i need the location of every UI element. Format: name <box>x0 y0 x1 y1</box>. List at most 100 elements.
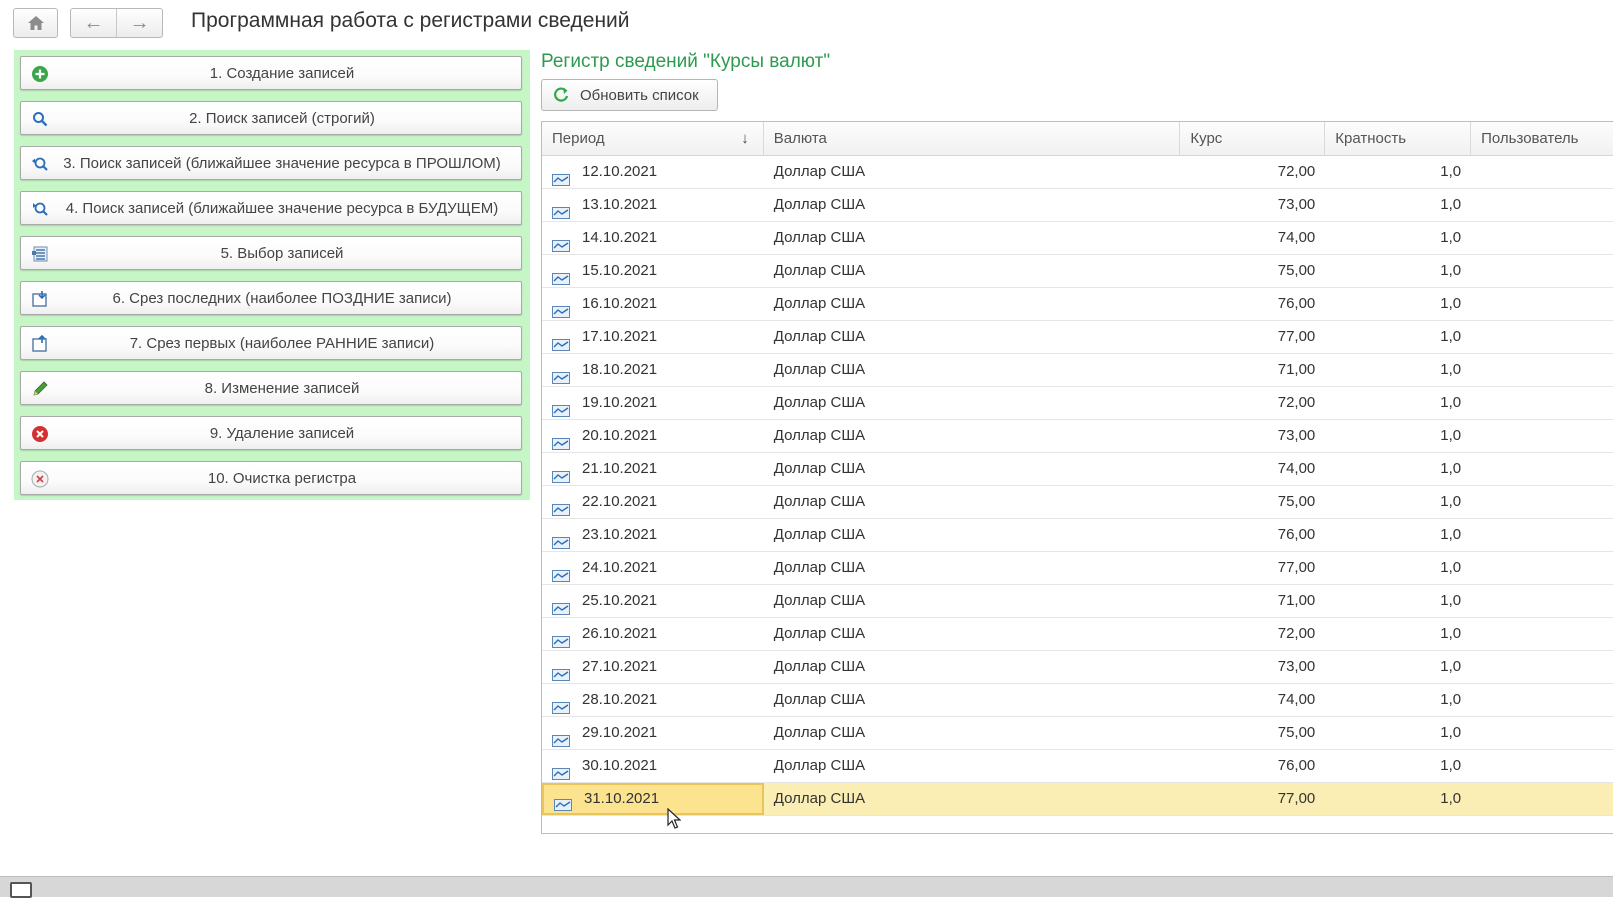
cell-rate[interactable]: 72,00 <box>1180 618 1325 650</box>
cell-period[interactable]: 17.10.2021 <box>542 321 764 353</box>
cell-currency[interactable]: Доллар США <box>764 552 1181 584</box>
cell-user[interactable] <box>1471 618 1613 650</box>
cell-rate[interactable]: 75,00 <box>1180 255 1325 287</box>
cell-currency[interactable]: Доллар США <box>764 354 1181 386</box>
column-currency[interactable]: Валюта <box>764 122 1181 156</box>
table-row[interactable]: 21.10.2021 Доллар США 74,00 1,0 <box>542 453 1613 486</box>
cell-user[interactable] <box>1471 354 1613 386</box>
cell-rate[interactable]: 71,00 <box>1180 354 1325 386</box>
refresh-list-button[interactable]: Обновить список <box>541 79 718 111</box>
cell-user[interactable] <box>1471 387 1613 419</box>
cell-user[interactable] <box>1471 651 1613 683</box>
back-button[interactable]: ← <box>71 9 117 37</box>
cell-user[interactable] <box>1471 750 1613 782</box>
cell-period[interactable]: 29.10.2021 <box>542 717 764 749</box>
cell-currency[interactable]: Доллар США <box>764 156 1181 188</box>
cell-period[interactable]: 19.10.2021 <box>542 387 764 419</box>
cell-period[interactable]: 23.10.2021 <box>542 519 764 551</box>
cell-currency[interactable]: Доллар США <box>764 585 1181 617</box>
command-button-4[interactable]: 4. Поиск записей (ближайшее значение рес… <box>20 191 522 225</box>
cell-user[interactable] <box>1471 420 1613 452</box>
cell-multiplicity[interactable]: 1,0 <box>1325 222 1471 254</box>
cell-user[interactable] <box>1471 321 1613 353</box>
cell-multiplicity[interactable]: 1,0 <box>1325 684 1471 716</box>
command-button-2[interactable]: 2. Поиск записей (строгий) <box>20 101 522 135</box>
cell-rate[interactable]: 73,00 <box>1180 651 1325 683</box>
cell-rate[interactable]: 73,00 <box>1180 420 1325 452</box>
table-row[interactable]: 19.10.2021 Доллар США 72,00 1,0 <box>542 387 1613 420</box>
table-row[interactable]: 18.10.2021 Доллар США 71,00 1,0 <box>542 354 1613 387</box>
cell-user[interactable] <box>1471 189 1613 221</box>
cell-period[interactable]: 24.10.2021 <box>542 552 764 584</box>
table-row[interactable]: 27.10.2021 Доллар США 73,00 1,0 <box>542 651 1613 684</box>
forward-button[interactable]: → <box>117 9 162 37</box>
cell-currency[interactable]: Доллар США <box>764 420 1181 452</box>
cell-multiplicity[interactable]: 1,0 <box>1325 783 1471 815</box>
table-row[interactable]: 16.10.2021 Доллар США 76,00 1,0 <box>542 288 1613 321</box>
cell-rate[interactable]: 72,00 <box>1180 387 1325 419</box>
cell-user[interactable] <box>1471 255 1613 287</box>
cell-currency[interactable]: Доллар США <box>764 684 1181 716</box>
cell-rate[interactable]: 72,00 <box>1180 156 1325 188</box>
cell-period[interactable]: 18.10.2021 <box>542 354 764 386</box>
cell-user[interactable] <box>1471 585 1613 617</box>
table-row[interactable]: 31.10.2021 Доллар США 77,00 1,0 <box>542 783 1613 816</box>
command-button-1[interactable]: 1. Создание записей <box>20 56 522 90</box>
cell-rate[interactable]: 75,00 <box>1180 486 1325 518</box>
column-rate[interactable]: Курс <box>1180 122 1326 156</box>
cell-period[interactable]: 13.10.2021 <box>542 189 764 221</box>
cell-rate[interactable]: 74,00 <box>1180 222 1325 254</box>
cell-period[interactable]: 26.10.2021 <box>542 618 764 650</box>
cell-multiplicity[interactable]: 1,0 <box>1325 486 1471 518</box>
cell-user[interactable] <box>1471 783 1613 815</box>
cell-multiplicity[interactable]: 1,0 <box>1325 354 1471 386</box>
command-button-7[interactable]: 7. Срез первых (наиболее РАННИЕ записи) <box>20 326 522 360</box>
command-button-3[interactable]: 3. Поиск записей (ближайшее значение рес… <box>20 146 522 180</box>
cell-period[interactable]: 31.10.2021 <box>542 783 764 815</box>
cell-multiplicity[interactable]: 1,0 <box>1325 288 1471 320</box>
table-row[interactable]: 25.10.2021 Доллар США 71,00 1,0 <box>542 585 1613 618</box>
cell-currency[interactable]: Доллар США <box>764 321 1181 353</box>
table-row[interactable]: 12.10.2021 Доллар США 72,00 1,0 <box>542 156 1613 189</box>
cell-rate[interactable]: 77,00 <box>1180 321 1325 353</box>
cell-period[interactable]: 30.10.2021 <box>542 750 764 782</box>
cell-multiplicity[interactable]: 1,0 <box>1325 321 1471 353</box>
table-row[interactable]: 26.10.2021 Доллар США 72,00 1,0 <box>542 618 1613 651</box>
cell-multiplicity[interactable]: 1,0 <box>1325 717 1471 749</box>
cell-currency[interactable]: Доллар США <box>764 750 1181 782</box>
cell-rate[interactable]: 76,00 <box>1180 750 1325 782</box>
cell-user[interactable] <box>1471 288 1613 320</box>
cell-multiplicity[interactable]: 1,0 <box>1325 750 1471 782</box>
cell-multiplicity[interactable]: 1,0 <box>1325 387 1471 419</box>
column-period[interactable]: Период ↓ <box>542 122 764 156</box>
cell-currency[interactable]: Доллар США <box>764 189 1181 221</box>
table-row[interactable]: 15.10.2021 Доллар США 75,00 1,0 <box>542 255 1613 288</box>
command-button-10[interactable]: 10. Очистка регистра <box>20 461 522 495</box>
cell-rate[interactable]: 75,00 <box>1180 717 1325 749</box>
cell-multiplicity[interactable]: 1,0 <box>1325 651 1471 683</box>
table-row[interactable]: 20.10.2021 Доллар США 73,00 1,0 <box>542 420 1613 453</box>
cell-period[interactable]: 12.10.2021 <box>542 156 764 188</box>
cell-rate[interactable]: 77,00 <box>1180 552 1325 584</box>
cell-user[interactable] <box>1471 156 1613 188</box>
cell-user[interactable] <box>1471 717 1613 749</box>
cell-currency[interactable]: Доллар США <box>764 717 1181 749</box>
cell-multiplicity[interactable]: 1,0 <box>1325 519 1471 551</box>
table-row[interactable]: 24.10.2021 Доллар США 77,00 1,0 <box>542 552 1613 585</box>
cell-rate[interactable]: 76,00 <box>1180 288 1325 320</box>
command-button-6[interactable]: 6. Срез последних (наиболее ПОЗДНИЕ запи… <box>20 281 522 315</box>
cell-multiplicity[interactable]: 1,0 <box>1325 189 1471 221</box>
cell-currency[interactable]: Доллар США <box>764 453 1181 485</box>
command-button-9[interactable]: 9. Удаление записей <box>20 416 522 450</box>
table-row[interactable]: 13.10.2021 Доллар США 73,00 1,0 <box>542 189 1613 222</box>
cell-multiplicity[interactable]: 1,0 <box>1325 255 1471 287</box>
cell-user[interactable] <box>1471 222 1613 254</box>
cell-currency[interactable]: Доллар США <box>764 222 1181 254</box>
cell-currency[interactable]: Доллар США <box>764 387 1181 419</box>
cell-currency[interactable]: Доллар США <box>764 288 1181 320</box>
cell-rate[interactable]: 74,00 <box>1180 684 1325 716</box>
cell-user[interactable] <box>1471 486 1613 518</box>
cell-multiplicity[interactable]: 1,0 <box>1325 453 1471 485</box>
cell-user[interactable] <box>1471 519 1613 551</box>
cell-period[interactable]: 20.10.2021 <box>542 420 764 452</box>
